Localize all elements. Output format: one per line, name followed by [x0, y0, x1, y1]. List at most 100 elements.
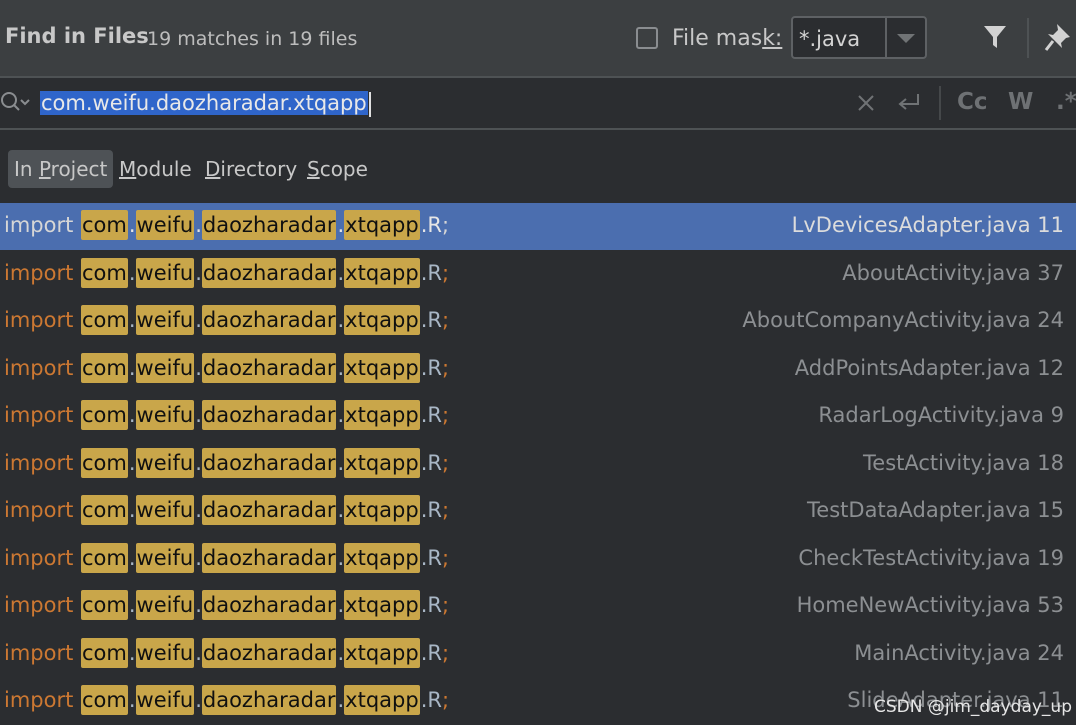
- match-highlight: daozharadar: [201, 447, 337, 478]
- import-keyword: import: [4, 260, 74, 285]
- match-count: 19 matches in 19 files: [147, 28, 358, 50]
- dot-separator: .: [128, 403, 136, 427]
- dot-separator: .: [337, 640, 345, 665]
- regex-button[interactable]: .*: [1056, 89, 1076, 115]
- match-highlight: com: [81, 590, 128, 620]
- dot-separator: .: [195, 355, 202, 380]
- tab-label: In: [14, 157, 39, 181]
- dot-separator: .: [337, 688, 345, 712]
- match-code: com.weifu.daozharadar.xtqapp.R;: [81, 685, 449, 718]
- semicolon: ;: [441, 403, 450, 427]
- match-code: com.weifu.daozharadar.xtqapp.R;: [81, 210, 449, 243]
- class-suffix: .R: [420, 498, 442, 522]
- dot-separator: .: [195, 403, 202, 427]
- tab-module[interactable]: Module: [119, 150, 192, 188]
- file-location: RadarLogActivity.java 9: [818, 403, 1064, 427]
- class-suffix: .R: [420, 213, 442, 237]
- import-keyword: import: [4, 308, 74, 332]
- match-highlight: daozharadar: [201, 210, 337, 240]
- file-location: HomeNewActivity.java 53: [796, 593, 1064, 617]
- match-case-button[interactable]: Cc: [957, 89, 988, 115]
- file-location: AboutActivity.java 37: [842, 260, 1064, 285]
- file-mask-checkbox[interactable]: [636, 27, 658, 49]
- match-code: com.weifu.daozharadar.xtqapp.R;: [81, 447, 450, 481]
- semicolon: ;: [441, 355, 450, 380]
- tab-mnemonic: M: [119, 157, 137, 181]
- match-highlight: xtqapp: [344, 637, 420, 668]
- match-highlight: weifu: [135, 637, 195, 668]
- import-keyword: import: [4, 355, 74, 380]
- file-mask-label-mnemonic: k:: [762, 26, 783, 51]
- find-header: Find in Files 19 matches in 19 files Fil…: [0, 0, 1076, 78]
- semicolon: ;: [441, 260, 450, 285]
- tab-in-project[interactable]: In Project: [8, 150, 114, 188]
- dot-separator: .: [195, 593, 202, 617]
- dot-separator: .: [195, 640, 202, 665]
- tab-scope[interactable]: Scope: [307, 150, 368, 188]
- result-row[interactable]: import com.weifu.daozharadar.xtqapp.R; Abo…: [0, 251, 1076, 298]
- class-suffix: .R: [420, 403, 442, 427]
- class-suffix: .R: [420, 688, 442, 712]
- result-row[interactable]: import com.weifu.daozharadar.xtqapp.R; Hom…: [0, 583, 1076, 630]
- result-row[interactable]: import com.weifu.daozharadar.xtqapp.R; LvD…: [0, 203, 1076, 250]
- match-highlight: daozharadar: [201, 352, 337, 383]
- dot-separator: .: [128, 260, 136, 285]
- match-highlight: daozharadar: [201, 637, 337, 668]
- search-query-text: com.weifu.daozharadar.xtqapp: [40, 91, 368, 115]
- import-keyword: import: [4, 640, 74, 665]
- match-code: com.weifu.daozharadar.xtqapp.R;: [81, 495, 449, 528]
- tab-label: irectory: [220, 157, 298, 181]
- dot-separator: .: [337, 593, 345, 617]
- new-line-icon[interactable]: [896, 92, 922, 114]
- dot-separator: .: [195, 308, 202, 332]
- pin-icon[interactable]: [1044, 22, 1072, 52]
- whole-words-button[interactable]: W: [1008, 89, 1033, 115]
- file-location: TestDataAdapter.java 15: [807, 498, 1064, 522]
- search-input[interactable]: com.weifu.daozharadar.xtqapp: [40, 90, 371, 117]
- match-highlight: xtqapp: [344, 257, 420, 288]
- match-highlight: xtqapp: [344, 685, 420, 715]
- results-list: import com.weifu.daozharadar.xtqapp.R; LvD…: [0, 203, 1076, 723]
- dot-separator: .: [195, 213, 202, 237]
- semicolon: ;: [441, 308, 450, 332]
- file-mask-label-text: File mas: [672, 26, 763, 51]
- match-highlight: daozharadar: [201, 257, 337, 288]
- chevron-down-icon[interactable]: [897, 34, 915, 43]
- file-mask-value[interactable]: *.java: [799, 27, 860, 51]
- match-highlight: com: [81, 210, 128, 240]
- match-highlight: xtqapp: [344, 590, 420, 620]
- result-row[interactable]: import com.weifu.daozharadar.xtqapp.R; Che…: [0, 536, 1076, 583]
- file-location: CheckTestActivity.java 19: [798, 545, 1064, 570]
- filter-icon[interactable]: [983, 24, 1007, 50]
- semicolon: ;: [441, 450, 450, 475]
- match-code: com.weifu.daozharadar.xtqapp.R;: [81, 590, 449, 623]
- result-row[interactable]: import com.weifu.daozharadar.xtqapp.R; Tes…: [0, 441, 1076, 488]
- match-highlight: weifu: [135, 210, 195, 240]
- match-highlight: xtqapp: [344, 542, 420, 573]
- result-row[interactable]: import com.weifu.daozharadar.xtqapp.R; Rad…: [0, 393, 1076, 440]
- dot-separator: .: [337, 403, 345, 427]
- result-row[interactable]: import com.weifu.daozharadar.xtqapp.R; Add…: [0, 346, 1076, 393]
- match-highlight: weifu: [135, 447, 195, 478]
- semicolon: ;: [441, 545, 450, 570]
- file-mask-combo[interactable]: *.java: [791, 16, 927, 59]
- search-icon[interactable]: [0, 90, 30, 116]
- match-highlight: xtqapp: [344, 400, 420, 430]
- import-keyword: import: [4, 450, 74, 475]
- close-icon[interactable]: [856, 93, 876, 113]
- match-highlight: com: [81, 685, 128, 715]
- dot-separator: .: [337, 260, 345, 285]
- semicolon: ;: [441, 593, 450, 617]
- file-mask-label[interactable]: File mask:: [672, 26, 782, 51]
- dot-separator: .: [128, 640, 136, 665]
- tab-directory[interactable]: Directory: [205, 150, 297, 188]
- match-code: com.weifu.daozharadar.xtqapp.R;: [81, 542, 450, 576]
- match-highlight: com: [81, 542, 128, 573]
- result-row[interactable]: import com.weifu.daozharadar.xtqapp.R; Tes…: [0, 488, 1076, 535]
- match-highlight: weifu: [135, 542, 195, 573]
- match-highlight: com: [81, 400, 128, 430]
- result-row[interactable]: import com.weifu.daozharadar.xtqapp.R; Mai…: [0, 631, 1076, 678]
- match-highlight: xtqapp: [344, 305, 420, 335]
- match-highlight: com: [81, 305, 128, 335]
- result-row[interactable]: import com.weifu.daozharadar.xtqapp.R; Abo…: [0, 298, 1076, 345]
